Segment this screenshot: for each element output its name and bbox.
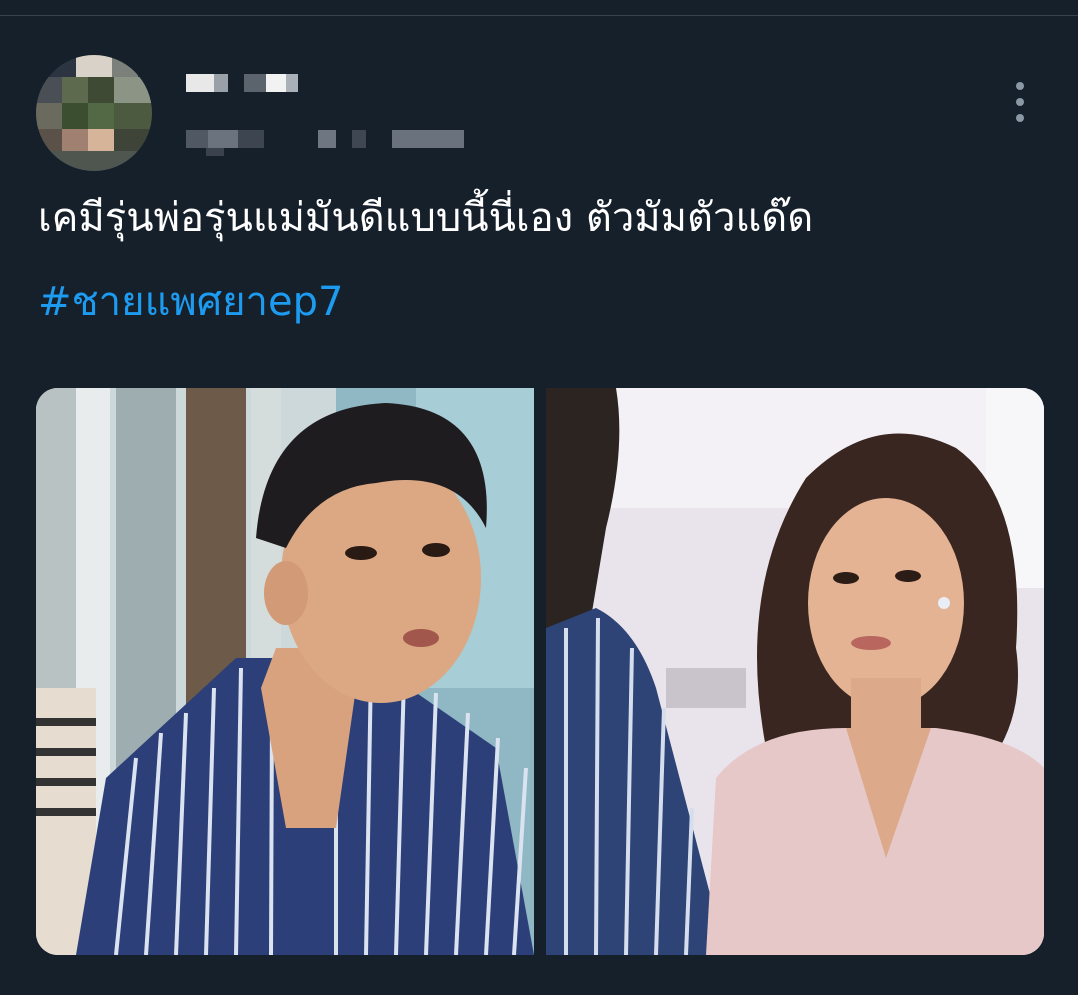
photo-2-image — [546, 388, 1044, 955]
media-grid — [36, 388, 1044, 955]
photo-1-image — [36, 388, 534, 955]
more-dot — [1016, 114, 1024, 122]
avatar[interactable] — [36, 55, 152, 171]
tweet-text: เคมีรุ่นพ่อรุ่นแม่มันดีแบบนี้นี่เอง ตัวม… — [38, 195, 814, 241]
more-options-button[interactable] — [1008, 80, 1032, 124]
tweet-view: เคมีรุ่นพ่อรุ่นแม่มันดีแบบนี้นี่เอง ตัวม… — [0, 0, 1078, 995]
photo-2[interactable] — [546, 388, 1044, 955]
photo-1[interactable] — [36, 388, 534, 955]
more-vertical-icon — [1016, 82, 1024, 90]
divider — [0, 15, 1078, 16]
display-name-redacted[interactable] — [186, 70, 306, 94]
handle-redacted[interactable] — [186, 124, 466, 156]
hashtag-link[interactable]: #ชายแพศยาep7 — [38, 276, 343, 328]
more-dot — [1016, 98, 1024, 106]
